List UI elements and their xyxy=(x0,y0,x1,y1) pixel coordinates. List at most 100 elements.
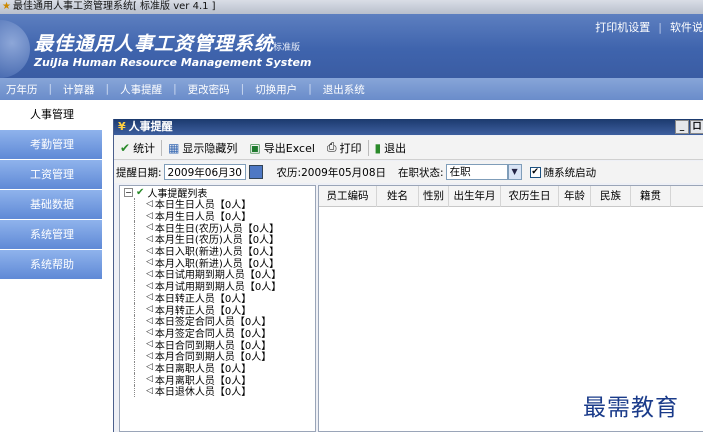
employment-status-value: 在职 xyxy=(445,164,508,180)
speaker-icon: ◁ xyxy=(146,198,153,209)
window-icon: ¥ xyxy=(118,120,126,133)
edition-label: 标准版 xyxy=(273,43,301,53)
nav-system-help[interactable]: 系统帮助 xyxy=(0,250,102,280)
banner-links: 打印机设置 | 软件说 xyxy=(595,18,703,36)
speaker-icon: ◁ xyxy=(146,304,153,315)
column-header[interactable]: 年龄 xyxy=(559,186,591,207)
export-excel-button[interactable]: ▣ 导出Excel xyxy=(243,140,320,156)
reminder-tree: − ✔ 人事提醒列表 ◁ 本日生日人员【0人】 ◁ 本月生日人员【0人】 ◁ 本日生日(农… xyxy=(119,185,316,432)
exit-label: 退出 xyxy=(384,141,407,155)
speaker-icon: ◁ xyxy=(146,268,153,279)
speaker-icon: ◁ xyxy=(146,245,153,256)
statistics-label: 统计 xyxy=(133,141,156,155)
column-header[interactable]: 民族 xyxy=(591,186,631,207)
menu-switch-user[interactable]: 切换用户 xyxy=(249,82,303,97)
app-title: 最佳通用人事工资管理系统 xyxy=(34,33,275,55)
toolbar: ✔ 统计 ▦ 显示隐藏列 ▣ 导出Excel ⎙ 打印 ▮ 退出 xyxy=(114,136,703,160)
left-navigation: 人事管理 考勤管理 工资管理 基础数据 系统管理 系统帮助 xyxy=(0,100,102,432)
checkmark-icon: ✔ xyxy=(136,186,145,198)
speaker-icon: ◁ xyxy=(146,315,153,326)
column-header[interactable]: 出生年月 xyxy=(449,186,501,207)
menu-separator: | xyxy=(173,83,177,95)
employment-status-select[interactable]: 在职 ▼ xyxy=(445,164,522,180)
statistics-button[interactable]: ✔ 统计 xyxy=(114,140,161,156)
software-info-link[interactable]: 软件说 xyxy=(670,19,703,35)
calendar-icon[interactable] xyxy=(248,165,263,179)
speaker-icon: ◁ xyxy=(146,327,153,338)
printer-icon: ⎙ xyxy=(326,140,337,154)
menu-exit-system[interactable]: 退出系统 xyxy=(317,82,371,97)
menu-change-password[interactable]: 更改密码 xyxy=(182,82,236,97)
print-label: 打印 xyxy=(339,141,362,155)
app-icon: ★ xyxy=(2,1,11,12)
collapse-icon[interactable]: − xyxy=(124,187,133,197)
app-banner: 最佳通用人事工资管理系统 标准版 ZuiJia Human Resource M… xyxy=(0,14,703,78)
speaker-icon: ◁ xyxy=(146,339,153,350)
window-title-bar: ★ 最佳通用人事工资管理系统[ 标准版 ver 4.1 ] xyxy=(0,0,703,14)
checkbox-check-icon[interactable]: ✔ xyxy=(529,166,541,178)
top-menu-bar: 万年历 | 计算器 | 人事提醒 | 更改密码 | 切换用户 | 退出系统 xyxy=(0,78,703,100)
table-icon: ▦ xyxy=(168,140,180,155)
speaker-icon: ◁ xyxy=(146,292,153,303)
hr-reminder-window: ¥ 人事提醒 _ 口 ✔ 统计 ▦ 显示隐藏列 ▣ 导出Excel ⎙ 打印 ▮ … xyxy=(113,119,703,432)
menu-separator: | xyxy=(308,83,312,95)
exit-button[interactable]: ▮ 退出 xyxy=(369,140,413,156)
tree-item-label: 本日退休人员【0人】 xyxy=(154,387,252,399)
speaker-icon: ◁ xyxy=(146,362,153,373)
reminder-date-input[interactable] xyxy=(163,164,246,180)
menu-separator: | xyxy=(48,83,53,95)
speaker-icon: ◁ xyxy=(146,222,153,233)
window-buttons: _ 口 xyxy=(674,120,703,134)
auto-start-checkbox[interactable]: ✔ 随系统启动 xyxy=(529,165,597,180)
app-subtitle: ZuiJia Human Resource Management System xyxy=(34,56,312,69)
nav-attendance-management[interactable]: 考勤管理 xyxy=(0,130,102,160)
column-header[interactable]: 性别 xyxy=(419,186,449,207)
toggle-columns-label: 显示隐藏列 xyxy=(182,141,238,155)
window-title: 最佳通用人事工资管理系统[ 标准版 ver 4.1 ] xyxy=(12,1,216,12)
reminder-date-label: 提醒日期: xyxy=(116,166,162,179)
nav-basic-data[interactable]: 基础数据 xyxy=(0,190,102,220)
exit-door-icon: ▮ xyxy=(374,140,382,155)
lunar-date-label: 农历: xyxy=(276,166,302,179)
menu-separator: | xyxy=(105,83,110,95)
excel-icon: ▣ xyxy=(249,140,261,155)
chevron-down-icon[interactable]: ▼ xyxy=(507,164,522,180)
grid-header: 员工编码 姓名 性别 出生年月 农历生日 年龄 民族 籍贯 xyxy=(319,186,703,207)
watermark: 最需教育 xyxy=(583,395,679,421)
speaker-icon: ◁ xyxy=(146,210,153,221)
employment-status-label: 在职状态: xyxy=(398,166,444,179)
hr-reminder-title-bar: ¥ 人事提醒 _ 口 xyxy=(114,119,703,135)
nav-personnel-management[interactable]: 人事管理 xyxy=(0,100,102,130)
minimize-button[interactable]: _ xyxy=(675,120,689,134)
speaker-icon: ◁ xyxy=(146,350,153,361)
hr-reminder-title: 人事提醒 xyxy=(128,120,173,133)
link-separator: | xyxy=(658,20,662,34)
speaker-icon: ◁ xyxy=(146,385,153,396)
column-header[interactable]: 姓名 xyxy=(377,186,419,207)
column-header[interactable]: 籍贯 xyxy=(631,186,671,207)
tree-items: ◁ 本日生日人员【0人】 ◁ 本月生日人员【0人】 ◁ 本日生日(农历)人员【0人】 ◁ 本月… xyxy=(120,198,315,399)
menu-calendar[interactable]: 万年历 xyxy=(0,82,44,97)
auto-start-label: 随系统启动 xyxy=(543,166,597,179)
nav-salary-management[interactable]: 工资管理 xyxy=(0,160,102,190)
speaker-icon: ◁ xyxy=(146,280,153,291)
speaker-icon: ◁ xyxy=(146,233,153,244)
tree-item[interactable]: ◁ 本日退休人员【0人】 xyxy=(120,385,315,399)
menu-hr-reminder[interactable]: 人事提醒 xyxy=(114,82,168,97)
logo-swoosh-icon xyxy=(0,20,30,78)
menu-separator: | xyxy=(240,83,245,95)
speaker-icon: ◁ xyxy=(146,257,153,268)
maximize-button[interactable]: 口 xyxy=(690,120,703,134)
column-header[interactable]: 员工编码 xyxy=(319,186,377,207)
export-excel-label: 导出Excel xyxy=(263,141,315,155)
column-header[interactable]: 农历生日 xyxy=(501,186,559,207)
checkmark-icon: ✔ xyxy=(120,140,131,155)
printer-settings-link[interactable]: 打印机设置 xyxy=(595,19,650,35)
menu-calculator[interactable]: 计算器 xyxy=(57,82,101,97)
nav-system-management[interactable]: 系统管理 xyxy=(0,220,102,250)
speaker-icon: ◁ xyxy=(146,374,153,385)
filter-bar: 提醒日期: 农历: 2009年05月08日 在职状态: 在职 ▼ ✔ 随系统启动 xyxy=(114,161,703,183)
toggle-columns-button[interactable]: ▦ 显示隐藏列 xyxy=(162,140,243,156)
print-button[interactable]: ⎙ 打印 xyxy=(321,140,368,156)
lunar-date-value: 2009年05月08日 xyxy=(301,166,387,179)
